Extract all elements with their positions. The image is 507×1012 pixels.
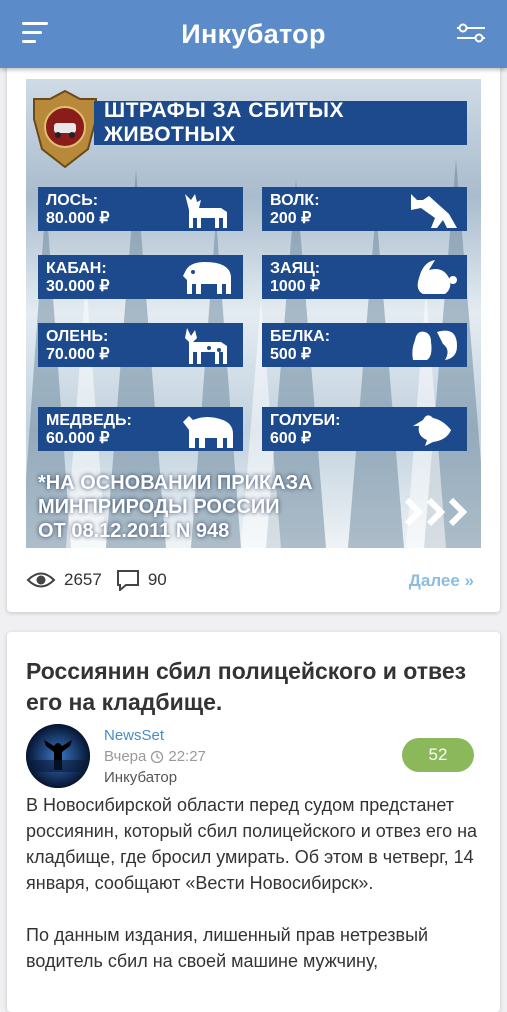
article-text: В Новосибирской области перед судом пред… xyxy=(26,792,486,1000)
filter-sliders-icon[interactable] xyxy=(455,22,487,44)
comment-count[interactable]: 90 xyxy=(148,570,167,590)
rating-badge[interactable]: 52 xyxy=(402,738,474,772)
fine-deer: ОЛЕНЬ: 70.000 ₽ xyxy=(38,323,243,367)
post-stats: 2657 90 xyxy=(26,567,167,593)
post-card[interactable]: Россиянин сбил полицейского и отвез его … xyxy=(7,632,500,1012)
hamburger-menu-icon[interactable] xyxy=(22,22,48,44)
pigeon-icon xyxy=(413,415,451,446)
poster-footnote: *НА ОСНОВАНИИ ПРИКАЗА МИНПРИРОДЫ РОССИИ … xyxy=(38,472,313,542)
comment-icon[interactable] xyxy=(116,569,140,591)
post-time: Вчера 22:27 xyxy=(104,748,206,765)
hare-icon xyxy=(417,260,457,294)
post-card[interactable]: ШТРАФЫ ЗА СБИТЫХ ЖИВОТНЫХ ЛОСЬ: 80.000 ₽ … xyxy=(7,40,500,612)
app-header: Инкубатор xyxy=(0,0,507,68)
squirrel-icon xyxy=(412,330,457,360)
emblem-logo xyxy=(33,89,97,169)
post-headline[interactable]: Россиянин сбил полицейского и отвез его … xyxy=(26,656,486,718)
fine-wolf: ВОЛК: 200 ₽ xyxy=(262,187,467,231)
article-paragraph: По данным издания, лишенный прав нетрезв… xyxy=(26,925,429,971)
fine-pigeons: ГОЛУБИ: 600 ₽ xyxy=(262,407,467,451)
chevrons-right-icon xyxy=(404,497,468,527)
article-paragraph: В Новосибирской области перед судом пред… xyxy=(26,795,478,893)
post-image[interactable]: ШТРАФЫ ЗА СБИТЫХ ЖИВОТНЫХ ЛОСЬ: 80.000 ₽ … xyxy=(26,79,481,548)
bear-icon xyxy=(183,416,233,448)
deer-icon xyxy=(185,328,227,364)
view-count: 2657 xyxy=(64,570,102,589)
post-category[interactable]: Инкубатор xyxy=(104,769,177,786)
avatar[interactable] xyxy=(26,724,90,788)
source-name[interactable]: NewsSet xyxy=(104,727,164,744)
wolf-icon xyxy=(411,194,457,228)
poster-title: ШТРАФЫ ЗА СБИТЫХ ЖИВОТНЫХ xyxy=(94,99,467,146)
clock-icon xyxy=(151,750,164,763)
fine-hare: ЗАЯЦ: 1000 ₽ xyxy=(262,255,467,299)
fine-squirrel: БЕЛКА: 500 ₽ xyxy=(262,323,467,367)
fine-moose: ЛОСЬ: 80.000 ₽ xyxy=(38,187,243,231)
fine-bear: МЕДВЕДЬ: 60.000 ₽ xyxy=(38,407,243,451)
page-title: Инкубатор xyxy=(181,18,326,49)
time-day: Вчера xyxy=(104,748,147,765)
fine-boar: КАБАН: 30.000 ₽ xyxy=(38,255,243,299)
read-more-link[interactable]: Далее » xyxy=(409,571,474,591)
time-clock: 22:27 xyxy=(168,748,206,765)
boar-icon xyxy=(183,262,231,294)
moose-icon xyxy=(185,194,227,228)
eye-icon xyxy=(26,572,56,588)
